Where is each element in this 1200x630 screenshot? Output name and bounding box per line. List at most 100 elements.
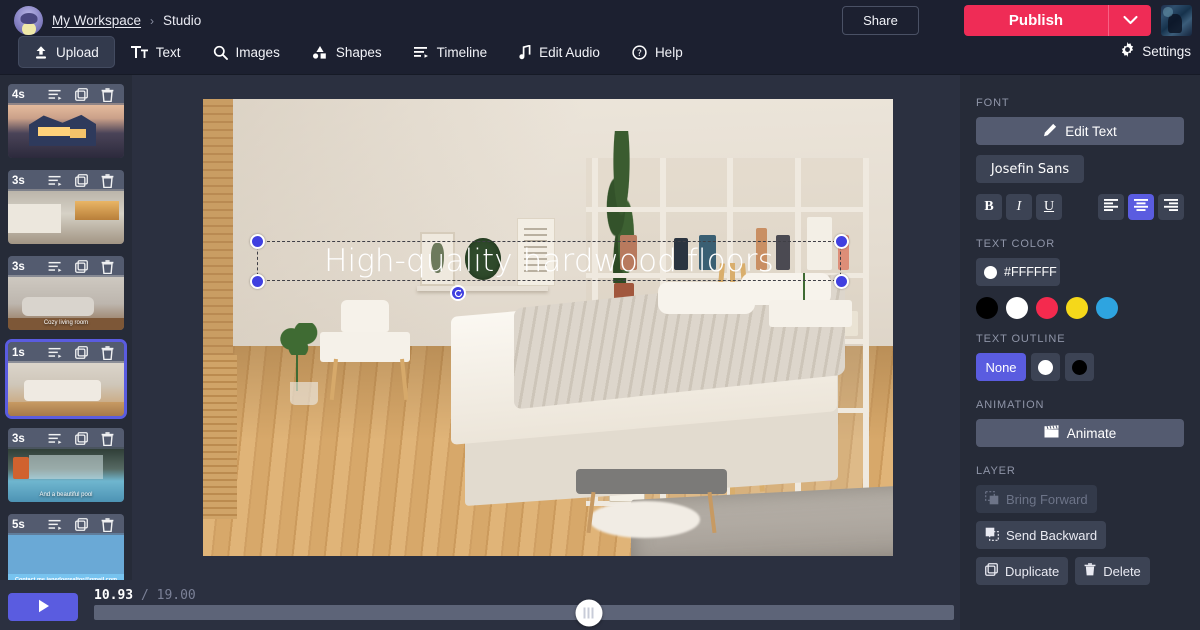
color-swatch-black[interactable] bbox=[976, 297, 998, 319]
color-swatch-blue[interactable] bbox=[1096, 297, 1118, 319]
workspace-link[interactable]: My Workspace bbox=[52, 13, 141, 28]
color-swatch-red[interactable] bbox=[1036, 297, 1058, 319]
slide-trash-icon[interactable] bbox=[94, 87, 120, 102]
properties-panel: FONT Edit Text Josefin Sans B I U TEXT C… bbox=[960, 75, 1200, 630]
tab-shapes[interactable]: Shapes bbox=[296, 36, 398, 68]
slide-trash-icon[interactable] bbox=[94, 431, 120, 446]
italic-label: I bbox=[1016, 199, 1022, 214]
text-outline-label: TEXT OUTLINE bbox=[976, 333, 1066, 345]
gear-icon bbox=[1120, 42, 1135, 60]
tab-label-text: Text bbox=[155, 44, 181, 60]
slide-duplicate-icon[interactable] bbox=[68, 346, 94, 359]
tab-upload[interactable]: Upload bbox=[18, 36, 115, 68]
slide-thumbnail-1[interactable]: 4s bbox=[8, 84, 124, 158]
underline-button[interactable]: U bbox=[1036, 194, 1062, 220]
slide-trash-icon[interactable] bbox=[94, 259, 120, 274]
share-button[interactable]: Share bbox=[842, 6, 919, 35]
current-time: 10.93 bbox=[94, 588, 134, 603]
outline-none-button[interactable]: None bbox=[976, 353, 1026, 381]
bench bbox=[575, 469, 728, 495]
slide-duration-2: 3s bbox=[12, 174, 25, 187]
resize-handle-top-right[interactable] bbox=[834, 234, 849, 249]
slide-caption-6: Contact me janedoerealtor@gmail.com bbox=[8, 574, 124, 580]
slide-thumbnail-2[interactable]: 3s bbox=[8, 170, 124, 244]
slide-duration-6: 5s bbox=[12, 518, 25, 531]
resize-handle-top-left[interactable] bbox=[250, 234, 265, 249]
slide-duplicate-icon[interactable] bbox=[68, 88, 94, 101]
play-button[interactable] bbox=[8, 593, 78, 621]
svg-text:?: ? bbox=[637, 49, 642, 59]
color-swatch-yellow[interactable] bbox=[1066, 297, 1088, 319]
slide-trash-icon[interactable] bbox=[94, 345, 120, 360]
slide-controls-2: 3s bbox=[8, 170, 124, 191]
slide-timeline-icon[interactable] bbox=[42, 347, 68, 359]
slide-controls-5: 3s bbox=[8, 428, 124, 449]
slide-timeline-icon[interactable] bbox=[42, 433, 68, 445]
outline-black-button[interactable] bbox=[1065, 353, 1094, 381]
slide-trash-icon[interactable] bbox=[94, 517, 120, 532]
align-center-icon bbox=[1134, 198, 1148, 216]
bring-forward-button[interactable]: Bring Forward bbox=[976, 485, 1097, 513]
publish-group: Publish bbox=[964, 5, 1151, 36]
tab-label-shapes: Shapes bbox=[335, 44, 382, 60]
tab-edit-audio[interactable]: Edit Audio bbox=[503, 36, 616, 68]
trash-icon bbox=[1084, 563, 1096, 579]
rotate-handle-icon[interactable] bbox=[450, 285, 466, 301]
slide-timeline-icon[interactable] bbox=[42, 261, 68, 273]
resize-handle-bottom-left[interactable] bbox=[250, 274, 265, 289]
slide-thumbnail-4[interactable]: 1s bbox=[5, 339, 127, 419]
settings-button[interactable]: Settings bbox=[1120, 42, 1191, 60]
slide-image-2 bbox=[8, 189, 124, 244]
slide-trash-icon[interactable] bbox=[94, 173, 120, 188]
tab-label-timeline: Timeline bbox=[436, 44, 488, 60]
send-backward-label: Send Backward bbox=[1006, 527, 1098, 543]
animate-button[interactable]: Animate bbox=[976, 419, 1184, 447]
timeline-scrubber-track[interactable] bbox=[94, 599, 954, 626]
tab-help[interactable]: ? Help bbox=[616, 36, 699, 68]
slide-timeline-icon[interactable] bbox=[42, 175, 68, 187]
duplicate-button[interactable]: Duplicate bbox=[976, 557, 1069, 585]
underline-label: U bbox=[1043, 199, 1055, 214]
color-swatch-white[interactable] bbox=[1006, 297, 1028, 319]
tab-timeline[interactable]: Timeline bbox=[398, 36, 504, 68]
tab-images[interactable]: Images bbox=[197, 36, 296, 68]
nightstand-right bbox=[768, 300, 852, 328]
text-color-swatches bbox=[976, 297, 1184, 319]
tab-text[interactable]: Text bbox=[115, 36, 197, 68]
align-left-button[interactable] bbox=[1098, 194, 1124, 220]
resize-handle-bottom-right[interactable] bbox=[834, 274, 849, 289]
slide-duplicate-icon[interactable] bbox=[68, 432, 94, 445]
slide-controls-1: 4s bbox=[8, 84, 124, 105]
align-right-button[interactable] bbox=[1158, 194, 1184, 220]
time-separator: / bbox=[140, 588, 149, 603]
slide-thumbnail-5[interactable]: And a beautiful pool 3s bbox=[8, 428, 124, 502]
publish-dropdown-button[interactable] bbox=[1108, 5, 1151, 36]
slide-duplicate-icon[interactable] bbox=[68, 174, 94, 187]
slide-timeline-icon[interactable] bbox=[42, 89, 68, 101]
slide-duplicate-icon[interactable] bbox=[68, 260, 94, 273]
upload-icon bbox=[34, 45, 48, 60]
slides-sidebar[interactable]: 4s 3s Cozy living room 3s 1s And a beaut… bbox=[0, 75, 132, 580]
font-family-select[interactable]: Josefin Sans bbox=[976, 155, 1084, 183]
text-align-group bbox=[1098, 194, 1184, 220]
outline-white-button[interactable] bbox=[1031, 353, 1060, 381]
font-section-label: FONT bbox=[976, 97, 1010, 109]
text-element[interactable]: High-quality hardwood floors bbox=[257, 241, 841, 281]
italic-button[interactable]: I bbox=[1006, 194, 1032, 220]
timeline-scrubber-handle[interactable] bbox=[575, 599, 602, 626]
slide-canvas[interactable]: High-quality hardwood floors bbox=[203, 99, 893, 556]
align-center-button[interactable] bbox=[1128, 194, 1154, 220]
bold-button[interactable]: B bbox=[976, 194, 1002, 220]
delete-button[interactable]: Delete bbox=[1075, 557, 1150, 585]
slide-duplicate-icon[interactable] bbox=[68, 518, 94, 531]
slide-thumbnail-3[interactable]: Cozy living room 3s bbox=[8, 256, 124, 330]
publish-button[interactable]: Publish bbox=[964, 5, 1108, 36]
text-color-value-button[interactable]: #FFFFFF bbox=[976, 258, 1060, 286]
edit-text-button[interactable]: Edit Text bbox=[976, 117, 1184, 145]
slide-thumbnail-6[interactable]: Contact me janedoerealtor@gmail.com 5s bbox=[8, 514, 124, 580]
user-avatar-icon[interactable] bbox=[1161, 5, 1192, 36]
slide-caption-5: And a beautiful pool bbox=[39, 491, 93, 498]
slide-timeline-icon[interactable] bbox=[42, 519, 68, 531]
shapes-icon bbox=[312, 45, 328, 59]
send-backward-button[interactable]: Send Backward bbox=[976, 521, 1107, 549]
